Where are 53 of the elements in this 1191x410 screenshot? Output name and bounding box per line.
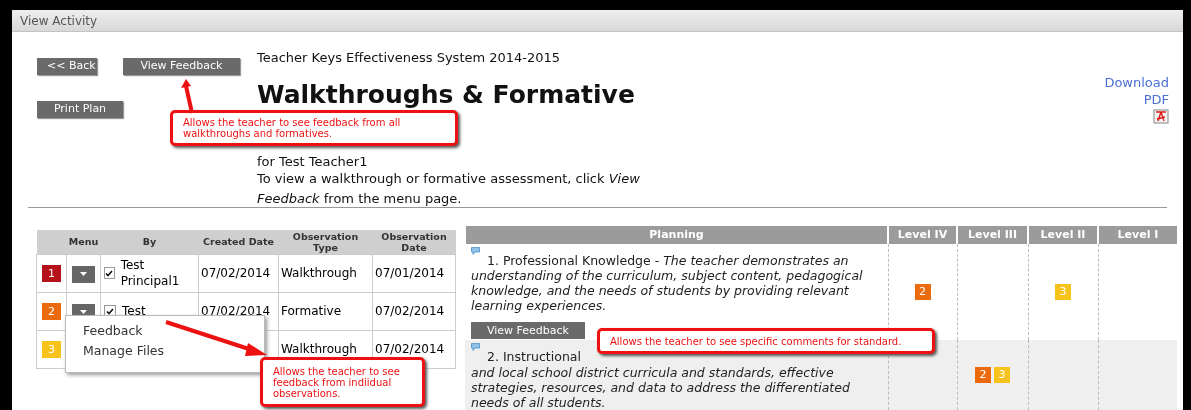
callout-note: Allows the teacher to see specific comments for standard. bbox=[597, 328, 935, 354]
column-header: Menu bbox=[66, 230, 101, 254]
column-header: Observation Type bbox=[278, 230, 373, 254]
column-header: Observation Date bbox=[372, 230, 456, 254]
checkbox[interactable] bbox=[104, 267, 115, 279]
column-header: Level III bbox=[957, 226, 1028, 244]
column-header: Created Date bbox=[198, 230, 279, 254]
pdf-icon[interactable] bbox=[1153, 109, 1169, 124]
checkmark-icon bbox=[105, 269, 114, 277]
menu-item[interactable]: Feedback bbox=[66, 321, 264, 341]
back-button[interactable]: << Back bbox=[37, 58, 97, 75]
table-cell: 07/01/2014 bbox=[375, 266, 445, 280]
callout-arrow bbox=[180, 78, 196, 114]
view-feedback-button[interactable]: View Feedback bbox=[123, 58, 240, 75]
rating-badge: 2 bbox=[975, 367, 991, 383]
observation-number: 1 bbox=[42, 265, 61, 283]
callout-note: Allows the teacher to see feedback from indiidual observations. bbox=[260, 357, 425, 407]
view-feedback-button[interactable]: View Feedback bbox=[471, 322, 585, 339]
print-plan-button[interactable]: Print Plan bbox=[37, 100, 123, 118]
column-header: Planning bbox=[465, 226, 888, 244]
observation-number: 3 bbox=[42, 341, 61, 359]
standard-description: and local school district curricula and standards, effective strategies, resources, and data to address the differentiated needs of all students. bbox=[471, 365, 851, 410]
column-header: Level II bbox=[1028, 226, 1098, 244]
menu-dropdown-button[interactable] bbox=[72, 265, 95, 283]
table-cell: 07/02/2014 bbox=[375, 304, 445, 318]
observer-name: Test bbox=[122, 303, 146, 319]
caret-icon bbox=[80, 272, 87, 277]
table-cell: Walkthrough bbox=[281, 342, 357, 356]
table-cell: Walkthrough bbox=[281, 266, 357, 280]
table-cell: Formative bbox=[281, 304, 342, 318]
table-cell: 07/02/2014 bbox=[201, 266, 271, 280]
standard-description: 2. Instructional bbox=[486, 349, 582, 364]
rating-badge: 2 bbox=[914, 284, 931, 300]
rating-badge: 3 bbox=[994, 367, 1010, 383]
page-heading: Walkthroughs & Formative bbox=[257, 80, 636, 110]
window-title: View Activity bbox=[20, 12, 98, 30]
column-header: Level IV bbox=[888, 226, 957, 244]
table-cell: 07/02/2014 bbox=[201, 304, 271, 318]
instructions-text: To view a walkthrough or formative assessment, click View Feedback from the menu page. bbox=[257, 170, 641, 208]
observation-number: 2 bbox=[42, 303, 61, 321]
table-cell: 07/02/2014 bbox=[375, 342, 445, 356]
column-header: Level I bbox=[1098, 226, 1177, 244]
rating-badge: 3 bbox=[1055, 284, 1071, 300]
comment-icon[interactable] bbox=[471, 343, 480, 351]
column-header: By bbox=[100, 230, 199, 254]
download-pdf-link[interactable]: Download PDF bbox=[1099, 74, 1169, 108]
callout-note: Allows the teacher to see feedback from all walkthroughs and formatives. bbox=[170, 110, 458, 146]
system-name: Teacher Keys Effectiveness System 2014-2015 bbox=[257, 50, 562, 66]
checkmark-icon bbox=[106, 307, 114, 315]
comment-icon[interactable] bbox=[471, 247, 480, 255]
standard-description: 1. Professional Knowledge - The teacher demonstrates an understanding of the curriculum, subject content, pedagogical knowledge, and the needs of students by providing relevant learning experiences. bbox=[471, 253, 864, 313]
observer-name: Test Principal1 bbox=[120, 257, 181, 289]
teacher-name: for Test Teacher1 bbox=[257, 154, 369, 169]
